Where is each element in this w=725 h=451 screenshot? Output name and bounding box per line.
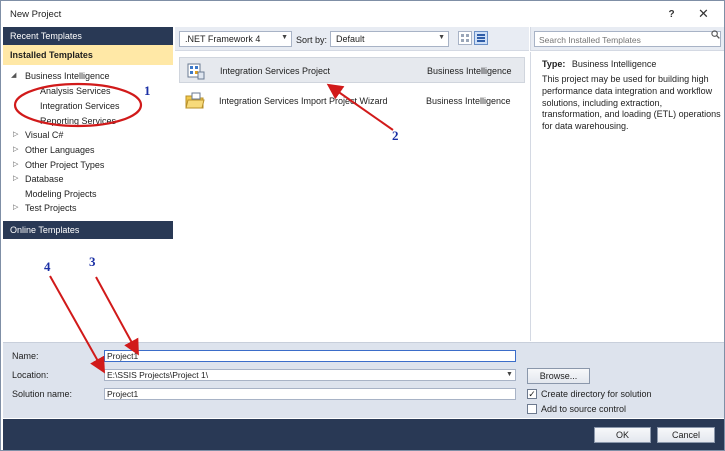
callout-number-4: 4 — [44, 259, 51, 274]
solution-name-input[interactable] — [104, 388, 516, 400]
collapsed-triangle-icon[interactable]: ▷ — [13, 128, 21, 142]
template-category: Business Intelligence — [426, 96, 511, 106]
tree-item-label: Other Languages — [25, 145, 95, 155]
recent-templates-header[interactable]: Recent Templates — [3, 27, 173, 45]
solution-name-label: Solution name: — [12, 389, 73, 399]
callout-number-1: 1 — [144, 83, 151, 98]
location-input[interactable] — [104, 369, 516, 381]
window-title: New Project — [10, 9, 62, 20]
tree-item-modeling-projects[interactable]: Modeling Projects — [25, 187, 97, 201]
tree-item-integration-services[interactable]: Integration Services — [40, 99, 120, 113]
template-name: Integration Services Import Project Wiza… — [219, 96, 388, 106]
checkmark-icon: ✓ — [528, 389, 536, 399]
collapsed-triangle-icon[interactable]: ▷ — [13, 201, 21, 215]
list-view-button[interactable] — [474, 31, 488, 45]
tree-item-label: Test Projects — [25, 203, 77, 213]
tree-item-reporting-services[interactable]: Reporting Services — [40, 114, 116, 128]
type-label: Type: — [542, 59, 566, 69]
tree-item-label: Database — [25, 174, 64, 184]
installed-templates-header[interactable]: Installed Templates — [3, 45, 173, 65]
templates-toolbar: .NET Framework 4 ▼ Sort by: Default ▼ — [175, 27, 529, 51]
type-value: Business Intelligence — [571, 59, 657, 69]
browse-button[interactable]: Browse... — [527, 368, 590, 384]
template-category: Business Intelligence — [427, 66, 512, 76]
title-bar: New Project ? ✕ — [1, 1, 724, 27]
callout-number-2: 2 — [392, 128, 399, 143]
new-project-dialog: New Project ? ✕ Recent Templates Install… — [0, 0, 725, 451]
help-button[interactable]: ? — [657, 4, 686, 24]
template-row-integration-services-project[interactable]: Integration Services Project Business In… — [179, 57, 525, 83]
chevron-down-icon: ▼ — [438, 34, 445, 41]
expanded-triangle-icon[interactable]: ◢ — [11, 69, 19, 83]
tree-item-label: Business Intelligence — [25, 71, 110, 81]
tree-item-label: Other Project Types — [25, 160, 105, 170]
create-directory-label[interactable]: Create directory for solution — [541, 389, 652, 399]
dialog-footer: OK Cancel — [3, 419, 724, 450]
list-view-icon — [477, 34, 485, 42]
framework-select[interactable]: .NET Framework 4 ▼ — [179, 31, 292, 47]
template-categories-pane: Recent Templates Installed Templates ◢ B… — [3, 27, 173, 341]
create-directory-checkbox[interactable]: ✓ — [527, 389, 537, 399]
tree-item-analysis-services[interactable]: Analysis Services — [40, 84, 111, 98]
chevron-down-icon[interactable]: ▼ — [506, 371, 513, 378]
collapsed-triangle-icon[interactable]: ▷ — [13, 172, 21, 186]
template-list: Integration Services Project Business In… — [175, 52, 529, 341]
callout-number-3: 3 — [89, 254, 96, 269]
collapsed-triangle-icon[interactable]: ▷ — [13, 158, 21, 172]
add-source-control-checkbox[interactable] — [527, 404, 537, 414]
import-wizard-folder-icon — [185, 92, 205, 109]
name-label: Name: — [12, 351, 39, 361]
search-toolbar — [530, 27, 724, 51]
search-icon[interactable] — [711, 30, 720, 39]
sort-by-select-value: Default — [336, 34, 365, 44]
collapsed-triangle-icon[interactable]: ▷ — [13, 143, 21, 157]
sort-by-label: Sort by: — [296, 35, 328, 45]
close-button[interactable]: ✕ — [689, 4, 718, 24]
framework-select-value: .NET Framework 4 — [185, 34, 261, 44]
search-templates-input[interactable] — [534, 31, 721, 47]
chevron-down-icon: ▼ — [281, 34, 288, 41]
online-templates-header[interactable]: Online Templates — [3, 221, 173, 239]
template-details-pane: Type: Business Intelligence This project… — [530, 52, 724, 341]
small-icons-view-button[interactable] — [458, 31, 472, 45]
tree-item-label: Visual C# — [25, 130, 64, 140]
cancel-button[interactable]: Cancel — [657, 427, 715, 443]
grid-view-icon — [461, 34, 469, 42]
location-label: Location: — [12, 370, 49, 380]
project-settings-panel: Name: Location: ▼ Browse... Solution nam… — [3, 342, 724, 418]
template-type: Type: Business Intelligence — [542, 59, 656, 69]
template-row-import-project-wizard[interactable]: Integration Services Import Project Wiza… — [179, 88, 525, 114]
project-name-input[interactable] — [104, 350, 516, 362]
close-icon: ✕ — [698, 6, 709, 21]
ssis-project-icon — [187, 63, 205, 80]
add-source-control-label[interactable]: Add to source control — [541, 404, 626, 414]
ok-button[interactable]: OK — [594, 427, 651, 443]
sort-by-select[interactable]: Default ▼ — [330, 31, 449, 47]
template-description: This project may be used for building hi… — [542, 74, 721, 132]
template-name: Integration Services Project — [220, 66, 331, 76]
